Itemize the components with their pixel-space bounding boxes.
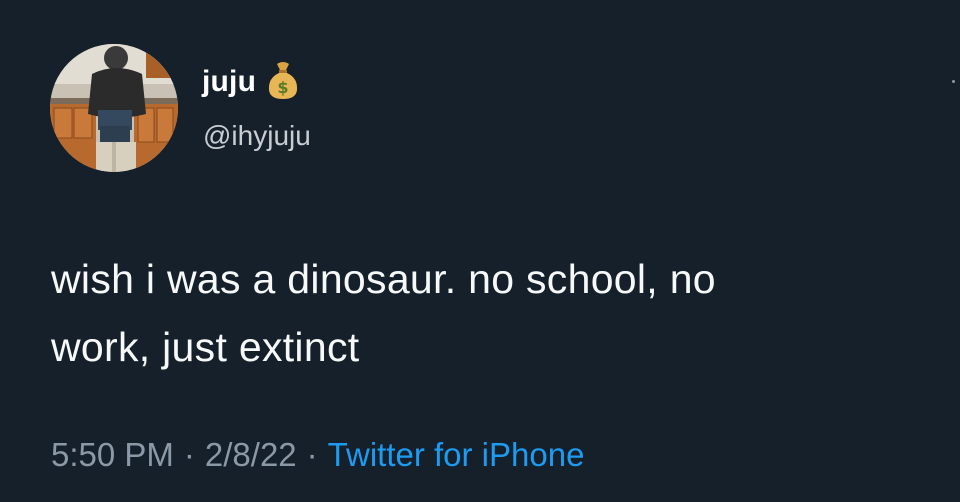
- meta-separator: ·: [183, 436, 195, 473]
- moneybag-icon: $: [266, 60, 300, 100]
- more-options-icon[interactable]: [949, 80, 957, 96]
- tweet-text-line: wish i was a dinosaur. no school, no: [51, 256, 716, 302]
- tweet-time[interactable]: 5:50 PM: [51, 436, 174, 473]
- tweet-meta: 5:50 PM · 2/8/22 · Twitter for iPhone: [51, 436, 584, 474]
- meta-separator: ·: [306, 436, 318, 473]
- author-name-row: juju $: [202, 62, 300, 100]
- tweet-card: juju $ @ihyjuju wish i was a dinosaur. n…: [0, 0, 960, 502]
- tweet-text-line: work, just extinct: [51, 324, 360, 370]
- author-display-name[interactable]: juju: [202, 65, 256, 99]
- author-handle[interactable]: @ihyjuju: [203, 120, 311, 152]
- tweet-text: wish i was a dinosaur. no school, no wor…: [51, 245, 931, 381]
- tweet-date[interactable]: 2/8/22: [205, 436, 297, 473]
- svg-text:$: $: [278, 78, 289, 97]
- tweet-source-link[interactable]: Twitter for iPhone: [328, 436, 585, 473]
- avatar[interactable]: [50, 44, 178, 172]
